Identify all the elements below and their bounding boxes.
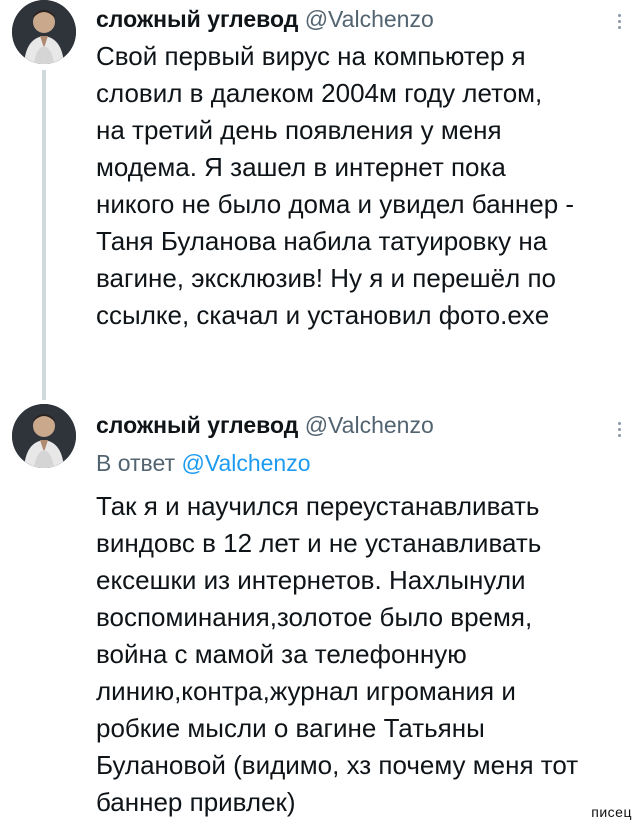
avatar-photo — [12, 404, 76, 468]
author-name[interactable]: сложный углевод — [96, 6, 298, 32]
thread-connector — [42, 70, 46, 400]
text-line: вагине, эксклюзив! Ну я и перешёл по — [96, 263, 556, 293]
text-line: воспоминания,золотое было время, — [96, 602, 533, 632]
tweet-text: Так я и научился переустанавливать виндо… — [96, 488, 626, 821]
author-handle[interactable]: @Valchenzo — [305, 6, 434, 32]
text-line: Свой первый вирус на компьютер я — [96, 41, 526, 71]
text-line: баннер привлек) — [96, 787, 296, 817]
tweet-header: сложный углевод @Valchenzo — [96, 412, 434, 439]
watermark: писец — [591, 804, 632, 820]
text-line: война с мамой за телефонную — [96, 639, 467, 669]
text-line: ссылке, скачал и установил фото.exe — [96, 300, 550, 330]
text-line: линию,контра,журнал игромания и — [96, 676, 516, 706]
author-handle[interactable]: @Valchenzo — [305, 412, 434, 438]
text-line: ексешки из интернетов. Нахлынули — [96, 565, 526, 595]
author-name[interactable]: сложный углевод — [96, 412, 298, 438]
text-line: на третий день появления у меня — [96, 115, 502, 145]
reply-handle-link[interactable]: @Valchenzo — [181, 450, 310, 476]
avatar-photo — [12, 0, 76, 64]
text-line: Так я и научился переустанавливать — [96, 491, 540, 521]
text-line: словил в далеком 2004м году летом, — [96, 78, 543, 108]
reply-context: В ответ @Valchenzo — [96, 450, 311, 477]
more-vertical-icon[interactable] — [616, 422, 622, 440]
text-line: Булановой (видимо, хз почему меня тот — [96, 750, 579, 780]
reply-prefix: В ответ — [96, 450, 176, 476]
text-line: никого не было дома и увидел баннер - — [96, 189, 575, 219]
tweet-text: Свой первый вирус на компьютер я словил … — [96, 38, 626, 334]
avatar[interactable] — [12, 404, 76, 468]
text-line: робкие мысли о вагине Татьяны — [96, 713, 485, 743]
more-vertical-icon[interactable] — [616, 14, 622, 32]
text-line: Таня Буланова набила татуировку на — [96, 226, 548, 256]
avatar[interactable] — [12, 0, 76, 64]
text-line: модема. Я зашел в интернет пока — [96, 152, 506, 182]
tweet-header: сложный углевод @Valchenzo — [96, 6, 434, 33]
text-line: виндовс в 12 лет и не устанавливать — [96, 528, 542, 558]
